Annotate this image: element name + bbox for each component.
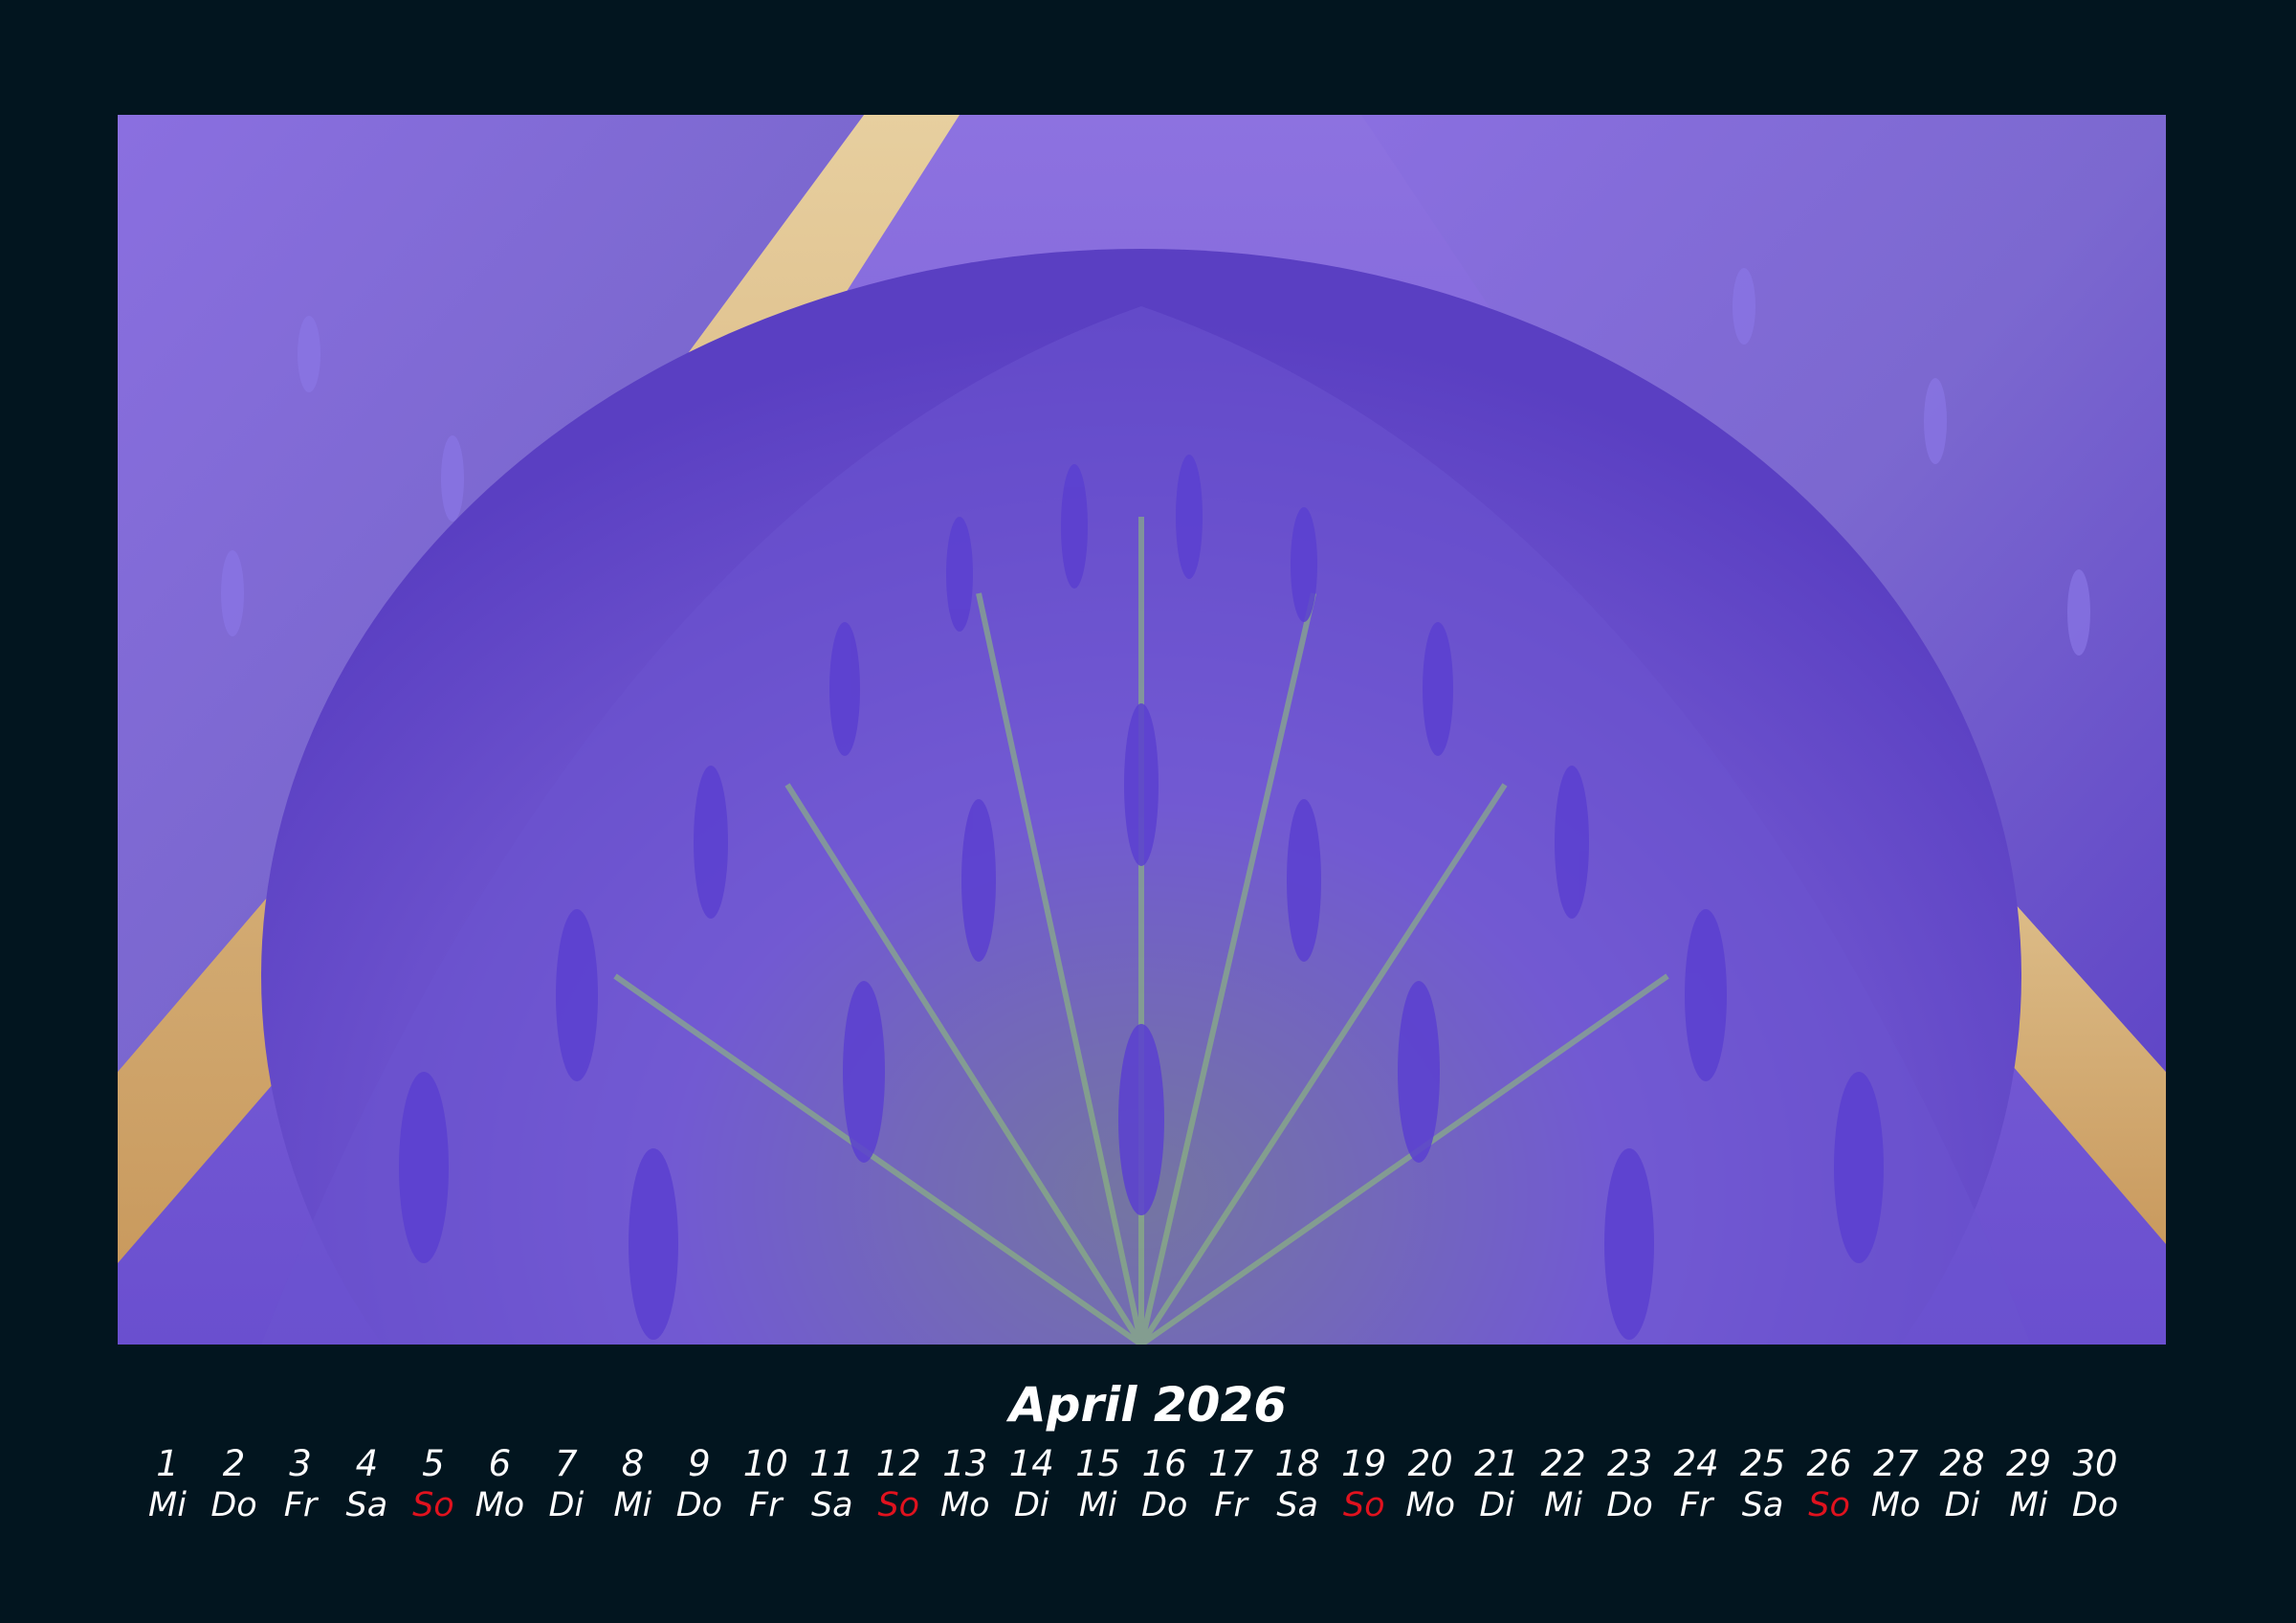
day-column: 29 Mi <box>1996 1443 2063 1525</box>
weekday-label: Sa <box>1741 1486 1784 1524</box>
day-column: 28 Di <box>1929 1443 1996 1525</box>
weekday-label: Sa <box>345 1486 388 1524</box>
day-number: 27 <box>1873 1443 1919 1484</box>
weekday-label: Mi <box>148 1486 187 1524</box>
day-column: 13 Mo <box>932 1443 999 1525</box>
day-number: 9 <box>688 1443 711 1484</box>
day-column: 12 So <box>865 1443 932 1525</box>
day-number: 15 <box>1075 1443 1121 1484</box>
weekday-label: Do <box>2071 1486 2119 1524</box>
weekday-label: Mo <box>1870 1486 1921 1524</box>
weekday-label: Di <box>1944 1486 1980 1524</box>
day-number: 12 <box>875 1443 921 1484</box>
day-number: 17 <box>1208 1443 1254 1484</box>
day-number: 1 <box>156 1443 179 1484</box>
weekday-label: Do <box>675 1486 723 1524</box>
weekday-label: Mi <box>1078 1486 1117 1524</box>
day-number: 3 <box>289 1443 312 1484</box>
day-column: 10 Fr <box>732 1443 799 1525</box>
day-column: 18 Sa <box>1264 1443 1331 1525</box>
day-number: 10 <box>742 1443 788 1484</box>
day-column: 5 So <box>400 1443 467 1525</box>
day-number: 18 <box>1274 1443 1320 1484</box>
weekday-label: Sa <box>1276 1486 1319 1524</box>
day-number: 30 <box>2072 1443 2118 1484</box>
weekday-label: Fr <box>1679 1486 1713 1524</box>
day-column: 7 Di <box>533 1443 600 1525</box>
day-column: 2 Do <box>201 1443 268 1525</box>
day-number: 22 <box>1540 1443 1586 1484</box>
lavender-photo-illustration <box>118 115 2166 1345</box>
weekday-label: Mo <box>475 1486 525 1524</box>
day-column: 15 Mi <box>1065 1443 1132 1525</box>
day-column: 20 Mo <box>1397 1443 1464 1525</box>
day-column: 26 So <box>1796 1443 1863 1525</box>
weekday-label: Di <box>548 1486 585 1524</box>
weekday-label: Mo <box>939 1486 990 1524</box>
day-column: 22 Mi <box>1530 1443 1597 1525</box>
day-column: 23 Do <box>1597 1443 1664 1525</box>
weekday-label-sunday: So <box>412 1486 454 1524</box>
day-number: 6 <box>488 1443 512 1484</box>
day-number: 25 <box>1740 1443 1786 1484</box>
day-number: 23 <box>1607 1443 1653 1484</box>
day-number: 24 <box>1673 1443 1719 1484</box>
day-number: 28 <box>1939 1443 1985 1484</box>
day-number: 20 <box>1407 1443 1453 1484</box>
weekday-label-sunday: So <box>877 1486 920 1524</box>
day-number: 4 <box>355 1443 379 1484</box>
day-number: 13 <box>942 1443 988 1484</box>
day-column: 3 Fr <box>267 1443 334 1525</box>
day-column: 11 Sa <box>799 1443 866 1525</box>
day-number: 14 <box>1008 1443 1054 1484</box>
weekday-label: Do <box>210 1486 257 1524</box>
calendar-page: April 2026 1 Mi 2 Do 3 Fr 4 Sa 5 So 6 Mo 7 Di 8 Mi 9 Do 10… <box>0 0 2296 1623</box>
day-number: 5 <box>422 1443 445 1484</box>
day-column: 17 Fr <box>1198 1443 1265 1525</box>
day-column: 8 Mi <box>599 1443 666 1525</box>
day-column: 27 Mo <box>1863 1443 1930 1525</box>
day-column: 1 Mi <box>134 1443 201 1525</box>
day-column: 19 So <box>1331 1443 1398 1525</box>
weekday-label: Mo <box>1405 1486 1455 1524</box>
month-title: April 2026 <box>1009 1377 1287 1433</box>
day-column: 24 Fr <box>1663 1443 1730 1525</box>
weekday-label: Fr <box>283 1486 318 1524</box>
lavender-field-photo <box>118 115 2166 1345</box>
day-number: 21 <box>1474 1443 1520 1484</box>
day-column: 6 Mo <box>466 1443 533 1525</box>
day-number: 16 <box>1141 1443 1187 1484</box>
weekday-label-sunday: So <box>1808 1486 1850 1524</box>
day-number: 7 <box>555 1443 578 1484</box>
weekday-label: Fr <box>749 1486 783 1524</box>
weekday-label: Mi <box>613 1486 652 1524</box>
weekday-label-sunday: So <box>1342 1486 1385 1524</box>
day-number: 26 <box>1806 1443 1852 1484</box>
day-column: 9 Do <box>666 1443 733 1525</box>
day-number: 11 <box>809 1443 855 1484</box>
day-column: 25 Sa <box>1730 1443 1797 1525</box>
day-number: 19 <box>1341 1443 1387 1484</box>
day-number: 8 <box>621 1443 645 1484</box>
weekday-label: Mi <box>2009 1486 2048 1524</box>
day-number: 29 <box>2005 1443 2052 1484</box>
day-strip: 1 Mi 2 Do 3 Fr 4 Sa 5 So 6 Mo 7 Di 8 Mi 9 Do 10 Fr 11 Sa 12 So 1… <box>0 1443 2296 1529</box>
weekday-label: Mi <box>1544 1486 1583 1524</box>
day-column: 4 Sa <box>333 1443 400 1525</box>
day-column: 14 Di <box>998 1443 1065 1525</box>
weekday-label: Fr <box>1214 1486 1247 1524</box>
weekday-label: Di <box>1479 1486 1515 1524</box>
day-number: 2 <box>222 1443 246 1484</box>
day-column: 21 Di <box>1464 1443 1531 1525</box>
weekday-label: Do <box>1606 1486 1653 1524</box>
weekday-label: Sa <box>810 1486 853 1524</box>
day-column: 30 Do <box>2062 1443 2129 1525</box>
weekday-label: Di <box>1013 1486 1049 1524</box>
weekday-label: Do <box>1141 1486 1188 1524</box>
day-column: 16 Do <box>1131 1443 1198 1525</box>
